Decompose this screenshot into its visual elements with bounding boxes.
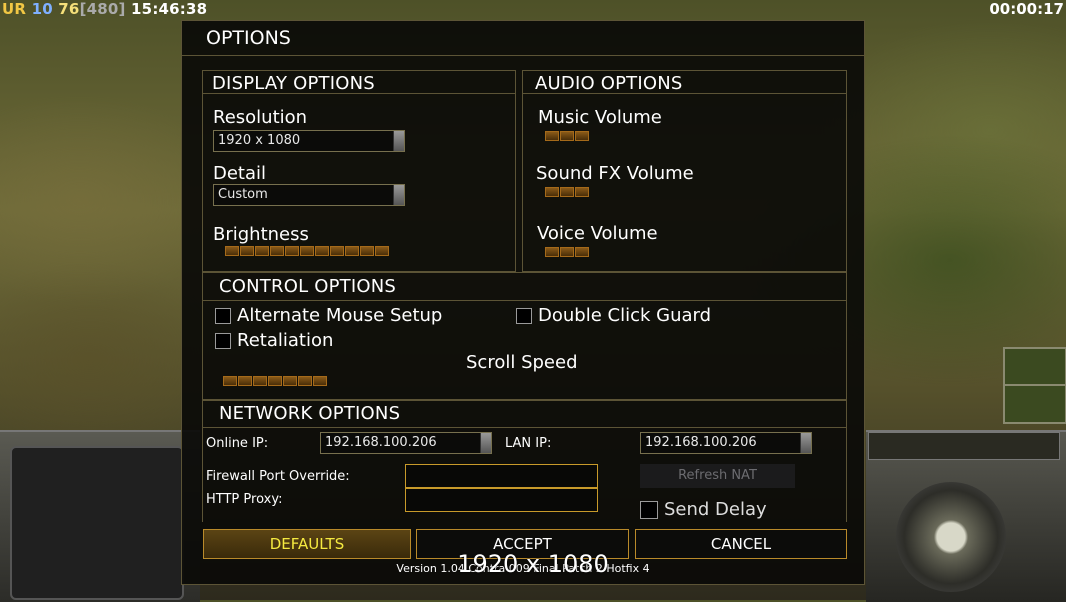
resolution-overlay-text: 1920 x 1080 [457, 550, 609, 578]
music-volume-slider[interactable] [545, 131, 589, 143]
online-ip-dropdown[interactable]: 192.168.100.206 [320, 432, 492, 454]
rank-stars-strip [868, 432, 1060, 460]
detail-value: Custom [218, 187, 268, 202]
slider-segment [298, 376, 312, 386]
online-ip-label: Online IP: [206, 436, 269, 451]
detail-dropdown[interactable]: Custom [213, 184, 405, 206]
music-volume-label: Music Volume [538, 107, 662, 128]
slider-segment [360, 246, 374, 256]
retaliation-checkbox[interactable]: Retaliation [215, 330, 333, 351]
scroll-speed-slider[interactable] [223, 376, 327, 388]
slider-segment [315, 246, 329, 256]
send-delay-checkbox[interactable]: Send Delay [640, 499, 767, 520]
dropdown-arrow-icon [393, 185, 404, 205]
hud-value-b: 76 [58, 0, 80, 18]
alternate-mouse-setup-checkbox[interactable]: Alternate Mouse Setup [215, 305, 442, 326]
firewall-port-override-label: Firewall Port Override: [206, 469, 350, 484]
refresh-nat-button[interactable]: Refresh NAT [640, 464, 795, 488]
audio-options-title: AUDIO OPTIONS [535, 73, 683, 94]
sound-fx-volume-slider[interactable] [545, 187, 589, 199]
dropdown-arrow-icon [480, 433, 491, 453]
hud-clock: 15:46:38 [131, 0, 208, 18]
slider-segment [560, 131, 574, 141]
slider-segment [375, 246, 389, 256]
resolution-dropdown[interactable]: 1920 x 1080 [213, 130, 405, 152]
slider-segment [223, 376, 237, 386]
network-options-title: NETWORK OPTIONS [219, 403, 401, 424]
slider-segment [575, 131, 589, 141]
slider-segment [300, 246, 314, 256]
options-dialog: OPTIONS DISPLAY OPTIONS Resolution 1920 … [181, 20, 865, 585]
double-click-guard-checkbox[interactable]: Double Click Guard [516, 305, 711, 326]
slider-segment [545, 247, 559, 257]
online-ip-value: 192.168.100.206 [325, 435, 437, 450]
dialog-title: OPTIONS [206, 27, 291, 49]
double-click-guard-label: Double Click Guard [538, 305, 712, 326]
checkbox-box [640, 500, 658, 519]
slider-segment [240, 246, 254, 256]
retaliation-label: Retaliation [237, 330, 334, 351]
brightness-slider[interactable] [225, 246, 389, 258]
lan-ip-label: LAN IP: [505, 436, 552, 451]
slider-segment [270, 246, 284, 256]
slider-segment [225, 246, 239, 256]
slider-segment [255, 246, 269, 256]
hud-elapsed-timer: 00:00:17 [989, 0, 1064, 18]
dropdown-arrow-icon [800, 433, 811, 453]
firewall-port-override-input[interactable] [405, 464, 598, 488]
send-delay-label: Send Delay [664, 499, 767, 520]
slider-segment [575, 187, 589, 197]
general-portrait-button[interactable] [1003, 347, 1066, 387]
scroll-speed-label: Scroll Speed [466, 352, 578, 373]
hud-ur: UR [2, 0, 27, 18]
display-options-panel: DISPLAY OPTIONS Resolution 1920 x 1080 D… [202, 70, 516, 272]
slider-segment [560, 247, 574, 257]
slider-segment [283, 376, 297, 386]
sound-fx-volume-label: Sound FX Volume [536, 163, 694, 184]
slider-segment [545, 131, 559, 141]
slider-segment [285, 246, 299, 256]
slider-segment [268, 376, 282, 386]
checkbox-box [516, 307, 532, 324]
http-proxy-label: HTTP Proxy: [206, 492, 283, 507]
brightness-label: Brightness [213, 224, 309, 245]
slider-segment [545, 187, 559, 197]
voice-volume-slider[interactable] [545, 247, 589, 259]
slider-segment [313, 376, 327, 386]
slider-segment [345, 246, 359, 256]
slider-segment [560, 187, 574, 197]
slider-segment [330, 246, 344, 256]
lan-ip-value: 192.168.100.206 [645, 435, 757, 450]
hud-value-c: [480] [79, 0, 126, 18]
slider-segment [575, 247, 589, 257]
audio-options-panel: AUDIO OPTIONS Music Volume Sound FX Volu… [522, 70, 847, 272]
resolution-value: 1920 x 1080 [218, 133, 301, 148]
slider-segment [253, 376, 267, 386]
control-options-title: CONTROL OPTIONS [219, 276, 397, 297]
slider-segment [238, 376, 252, 386]
checkbox-box [215, 332, 231, 349]
lan-ip-dropdown[interactable]: 192.168.100.206 [640, 432, 812, 454]
alternate-mouse-setup-label: Alternate Mouse Setup [237, 305, 443, 326]
dropdown-arrow-icon [393, 131, 404, 151]
dialog-title-bar: OPTIONS [182, 21, 864, 56]
control-options-panel: CONTROL OPTIONS Alternate Mouse Setup Do… [202, 272, 847, 400]
http-proxy-input[interactable] [405, 488, 598, 512]
resolution-label: Resolution [213, 107, 308, 128]
hud-stats: UR 10 76[480] 15:46:38 [2, 0, 207, 18]
display-options-title: DISPLAY OPTIONS [212, 73, 375, 94]
hud-value-a: 10 [31, 0, 53, 18]
detail-label: Detail [213, 163, 267, 184]
voice-volume-label: Voice Volume [537, 223, 658, 244]
checkbox-box [215, 307, 231, 324]
radar-target-button[interactable] [1003, 384, 1066, 424]
